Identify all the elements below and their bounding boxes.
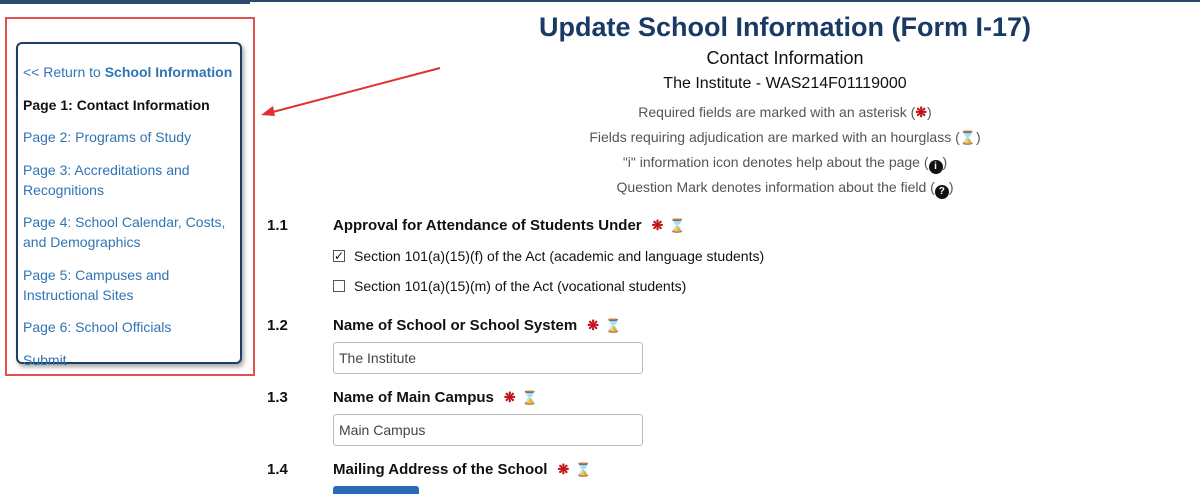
sidebar-item-calendar-costs[interactable]: Page 4: School Calendar, Costs, and Demo… [18, 210, 240, 254]
hourglass-icon: ⌛ [604, 318, 622, 333]
info-icon: i [928, 160, 943, 174]
hourglass-icon: ⌛ [575, 462, 592, 477]
address-button-partial[interactable] [333, 486, 419, 494]
sidebar-item-accreditations[interactable]: Page 3: Accreditations and Recognitions [18, 158, 240, 202]
page-title: Update School Information (Form I-17) [538, 12, 1031, 42]
question-label: Approval for Attendance of Students Unde… [333, 217, 642, 234]
required-asterisk-icon: ❋ [557, 461, 570, 477]
legend-required: Required fields are marked with an aster… [638, 104, 932, 120]
sidebar-item-school-officials[interactable]: Page 6: School Officials [18, 315, 240, 339]
option-label: Section 101(a)(15)(m) of the Act (vocati… [354, 278, 687, 294]
question-main-campus: 1.3 Name of Main Campus ❋ ⌛ [267, 389, 538, 406]
sidebar-item-submit[interactable]: Submit [18, 348, 240, 372]
checkbox-unchecked[interactable] [333, 280, 345, 292]
main-campus-input[interactable] [333, 414, 643, 446]
required-asterisk-icon: ❋ [651, 217, 664, 233]
section-subtitle: Contact Information [706, 48, 864, 68]
question-number: 1.2 [267, 317, 288, 334]
question-number: 1.1 [267, 217, 288, 234]
school-name-input[interactable] [333, 342, 643, 374]
page-header: Update School Information (Form I-17) Co… [400, 8, 1170, 200]
option-f-students[interactable]: ✓ Section 101(a)(15)(f) of the Act (acad… [333, 248, 764, 264]
question-number: 1.4 [267, 461, 288, 478]
sidebar-item-programs-of-study[interactable]: Page 2: Programs of Study [18, 125, 240, 149]
legend-adjudication: Fields requiring adjudication are marked… [589, 129, 981, 145]
required-asterisk-icon: ❋ [503, 389, 516, 405]
top-tab-accent [0, 0, 250, 4]
sidebar-navigation: << Return to School Information Page 1: … [16, 42, 242, 368]
question-number: 1.3 [267, 389, 288, 406]
question-label: Name of School or School System [333, 317, 578, 334]
question-label: Name of Main Campus [333, 389, 494, 406]
question-approval-attendance: 1.1 Approval for Attendance of Students U… [267, 217, 686, 234]
sidebar-item-contact-information: Page 1: Contact Information [23, 96, 210, 113]
question-school-name: 1.2 Name of School or School System ❋ ⌛ [267, 317, 621, 334]
hourglass-icon: ⌛ [669, 218, 686, 233]
question-mailing-address: 1.4 Mailing Address of the School ❋ ⌛ [267, 461, 591, 478]
sidebar-item-campuses[interactable]: Page 5: Campuses and Instructional Sites [18, 263, 240, 307]
question-icon: ? [934, 185, 949, 199]
school-identifier: The Institute - WAS214F01119000 [663, 75, 907, 92]
hourglass-icon: ⌛ [521, 390, 538, 405]
legend-question: Question Mark denotes information about … [616, 179, 954, 199]
option-label: Section 101(a)(15)(f) of the Act (academ… [354, 248, 765, 264]
checkbox-checked[interactable]: ✓ [333, 250, 345, 262]
hourglass-icon: ⌛ [959, 130, 976, 145]
return-to-school-information-link[interactable]: << Return to School Information [18, 60, 240, 84]
required-asterisk-icon: ❋ [587, 317, 599, 333]
question-label: Mailing Address of the School [333, 461, 548, 478]
legend-info: "i" information icon denotes help about … [622, 154, 948, 174]
asterisk-icon: ❋ [915, 104, 928, 120]
option-m-students[interactable]: Section 101(a)(15)(m) of the Act (vocati… [333, 278, 686, 294]
